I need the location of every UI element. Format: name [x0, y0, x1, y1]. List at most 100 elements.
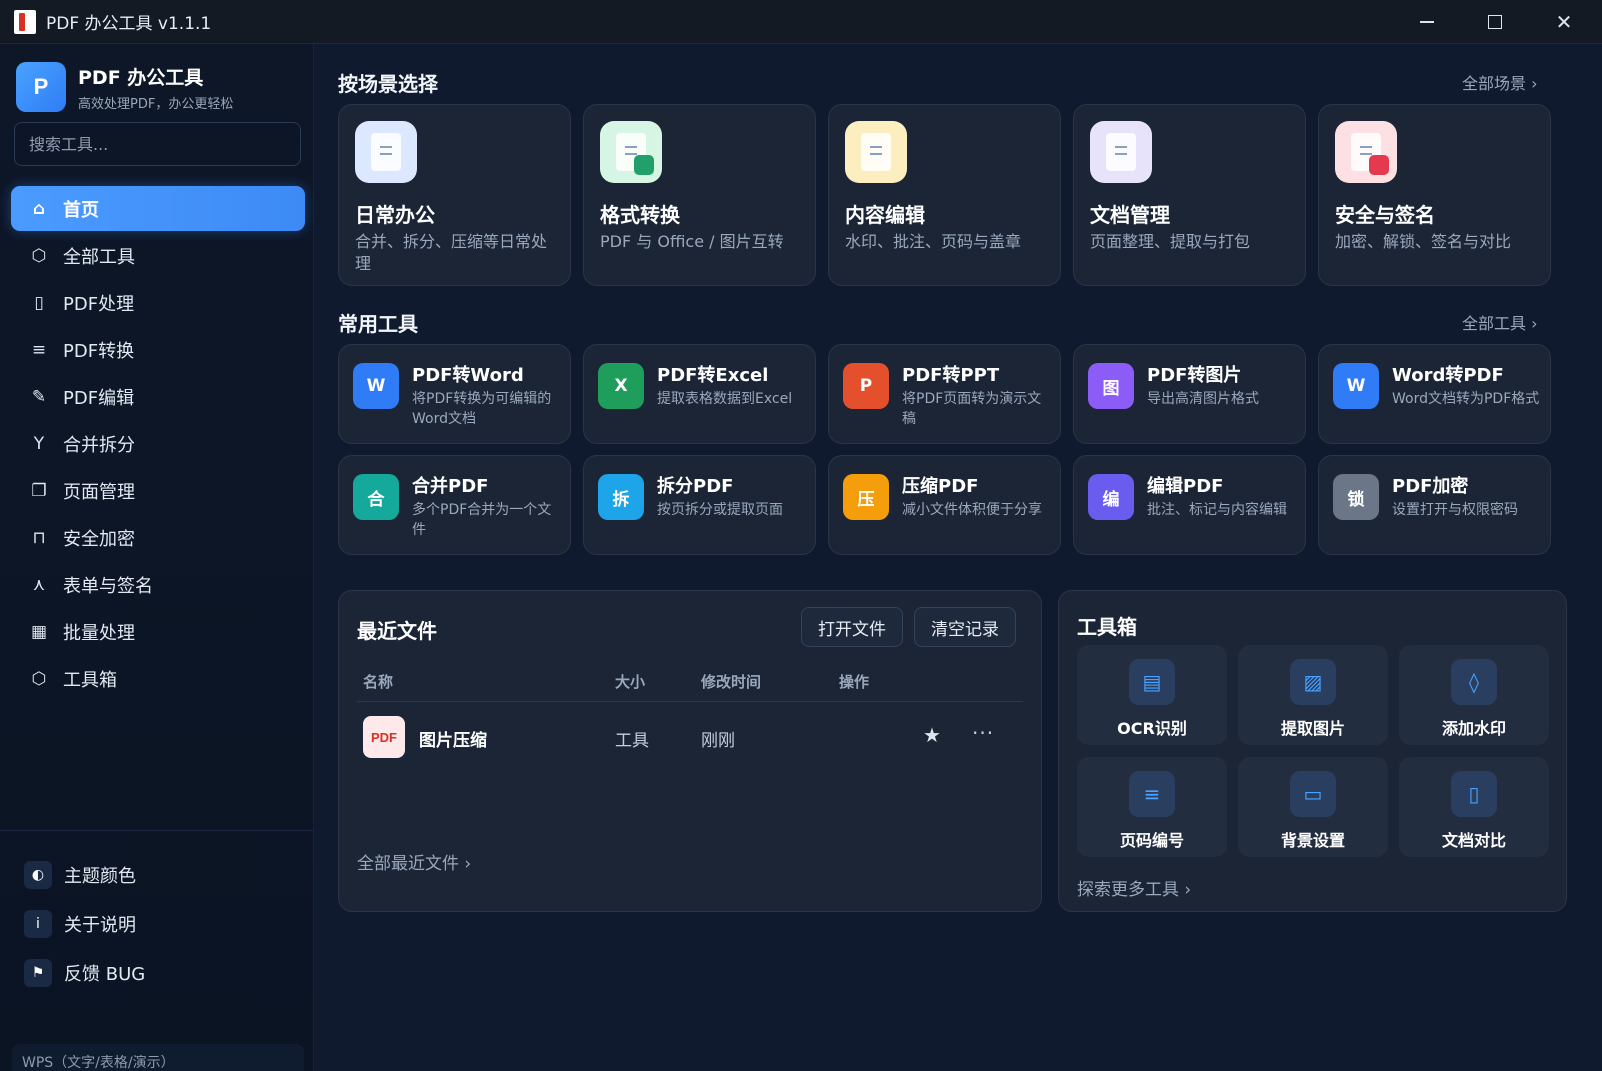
- image-icon: ▨: [1290, 659, 1336, 705]
- all-recent-files-link[interactable]: 全部最近文件 ›: [357, 849, 471, 874]
- tool-description: Word文档转为PDF格式: [1392, 391, 1540, 407]
- search-input[interactable]: [14, 122, 301, 166]
- column-header-name: 名称: [363, 673, 394, 691]
- tool-card[interactable]: 编编辑PDF 批注、标记与内容编辑: [1073, 455, 1306, 555]
- tool-name: 压缩PDF: [902, 476, 979, 497]
- ocr-icon: ▤: [1129, 659, 1175, 705]
- theme-color-button[interactable]: ◐ 主题颜色: [24, 850, 145, 899]
- toolbox-tile[interactable]: ▭ 背景设置: [1238, 757, 1388, 857]
- scene-name: 格式转换: [600, 203, 680, 227]
- sidebar-item-label: 工具箱: [63, 669, 117, 691]
- toolbox-tile-label: 背景设置: [1280, 831, 1345, 850]
- tool-name: PDF转Excel: [657, 365, 769, 386]
- scene-description: 加密、解锁、签名与对比: [1335, 232, 1512, 251]
- recent-files-title: 最近文件: [357, 619, 437, 643]
- tool-card[interactable]: P PDF转PPT 将PDF页面转为演示文稿: [828, 344, 1061, 444]
- tool-name: 拆分PDF: [657, 476, 734, 497]
- sidebar-item-home[interactable]: ⌂ 首页: [11, 186, 305, 231]
- sidebar-item-label: 安全加密: [63, 528, 135, 550]
- scene-description: PDF 与 Office / 图片互转: [600, 232, 784, 251]
- sidebar-divider: [0, 830, 314, 831]
- scene-card[interactable]: 文档管理 页面整理、提取与打包: [1073, 104, 1306, 286]
- toolbox-tile[interactable]: ▤ OCR识别: [1077, 645, 1227, 745]
- table-row[interactable]: PDF 图片压缩 工具 刚刚 ★ ···: [357, 707, 1023, 767]
- tool-description: 设置打开与权限密码: [1392, 502, 1518, 518]
- sidebar-item-security[interactable]: ⊓ 安全加密: [11, 515, 305, 560]
- tool-badge-icon: P: [843, 363, 889, 409]
- tool-name: PDF转PPT: [902, 365, 1000, 386]
- sidebar-item-pages[interactable]: ❐ 页面管理: [11, 468, 305, 513]
- column-header-size: 大小: [615, 673, 646, 691]
- maximize-button[interactable]: [1461, 0, 1529, 44]
- sidebar-item-label: 首页: [63, 199, 99, 221]
- tool-card[interactable]: 拆拆分PDF 按页拆分或提取页面: [583, 455, 816, 555]
- scene-document-icon: [355, 121, 417, 183]
- sidebar-item-pdf-process[interactable]: ▯ PDF处理: [11, 280, 305, 325]
- toolbox-tile[interactable]: ▨ 提取图片: [1238, 645, 1388, 745]
- more-options-icon[interactable]: ···: [972, 721, 994, 745]
- tool-description: 将PDF转换为可编辑的Word文档: [412, 391, 552, 427]
- file-icon: ▯: [34, 292, 44, 313]
- about-button[interactable]: i 关于说明: [24, 899, 145, 948]
- scene-card[interactable]: 内容编辑 水印、批注、页码与盖章: [828, 104, 1061, 286]
- minimize-button[interactable]: [1393, 0, 1461, 44]
- star-icon[interactable]: ★: [923, 723, 941, 747]
- clear-history-button[interactable]: 清空记录: [914, 607, 1016, 647]
- file-size: 工具: [615, 731, 649, 751]
- sidebar-item-forms-sign[interactable]: ⋏ 表单与签名: [11, 562, 305, 607]
- sidebar-item-batch[interactable]: ▦ 批量处理: [11, 609, 305, 654]
- toolbox-tile-label: 提取图片: [1280, 719, 1345, 738]
- tool-card[interactable]: 锁 PDF加密 设置打开与权限密码: [1318, 455, 1551, 555]
- sidebar-item-pdf-convert[interactable]: ≡ PDF转换: [11, 327, 305, 372]
- bottom-item-label: 反馈 BUG: [64, 963, 146, 985]
- wps-status[interactable]: WPS（文字/表格/演示）: [12, 1044, 304, 1071]
- scene-description: 水印、批注、页码与盖章: [845, 232, 1022, 251]
- grid-icon: ▦: [30, 621, 48, 642]
- all-tools-link[interactable]: 全部工具 ›: [1462, 310, 1538, 334]
- sidebar-item-all-tools[interactable]: ⬡ 全部工具: [11, 233, 305, 278]
- toolbox-tile[interactable]: ▯ 文档对比: [1399, 757, 1549, 857]
- bottom-item-label: 关于说明: [64, 914, 136, 936]
- scene-document-icon: [1335, 121, 1397, 183]
- brand: P PDF 办公工具 高效处理PDF，办公更轻松: [16, 62, 233, 112]
- tool-card[interactable]: W PDF转Word 将PDF转换为可编辑的Word文档: [338, 344, 571, 444]
- all-scenes-link[interactable]: 全部场景 ›: [1462, 70, 1538, 94]
- scene-card[interactable]: 安全与签名 加密、解锁、签名与对比: [1318, 104, 1551, 286]
- tool-name: PDF转Word: [412, 365, 524, 386]
- sidebar-bottom: ◐ 主题颜色 i 关于说明 ⚑ 反馈 BUG: [24, 850, 145, 997]
- toolbox-tile-label: OCR识别: [1117, 719, 1187, 738]
- tool-card[interactable]: 合合并PDF 多个PDF合并为一个文件: [338, 455, 571, 555]
- feedback-button[interactable]: ⚑ 反馈 BUG: [24, 948, 145, 997]
- cube-icon: ⬡: [31, 245, 47, 266]
- tool-badge-icon: 压: [843, 474, 889, 520]
- sidebar-item-merge-split[interactable]: Y 合并拆分: [11, 421, 305, 466]
- convert-icon: ≡: [31, 339, 47, 360]
- scene-card[interactable]: 格式转换 PDF 与 Office / 图片互转: [583, 104, 816, 286]
- flag-icon: ⚑: [24, 958, 52, 987]
- sidebar-item-pdf-edit[interactable]: ✎ PDF编辑: [11, 374, 305, 419]
- tool-badge-icon: W: [1333, 363, 1379, 409]
- sidebar-item-label: PDF转换: [63, 340, 135, 362]
- toolbox-tile[interactable]: ≡ 页码编号: [1077, 757, 1227, 857]
- background-icon: ▭: [1290, 771, 1336, 817]
- tool-card[interactable]: W Word转PDF Word文档转为PDF格式: [1318, 344, 1551, 444]
- pencil-icon: ✎: [31, 386, 47, 407]
- explore-more-tools-link[interactable]: 探索更多工具 ›: [1077, 875, 1191, 900]
- tool-card[interactable]: X PDF转Excel 提取表格数据到Excel: [583, 344, 816, 444]
- tool-description: 减小文件体积便于分享: [902, 502, 1042, 518]
- column-header-time: 修改时间: [701, 673, 762, 691]
- tool-card[interactable]: 压压缩PDF 减小文件体积便于分享: [828, 455, 1061, 555]
- sidebar-item-label: 表单与签名: [63, 575, 153, 597]
- sidebar-item-label: 批量处理: [63, 622, 135, 644]
- sidebar-item-label: PDF编辑: [63, 387, 135, 409]
- close-button[interactable]: ✕: [1530, 0, 1598, 44]
- tool-card[interactable]: 图 PDF转图片 导出高清图片格式: [1073, 344, 1306, 444]
- sidebar-item-toolbox[interactable]: ⬡ 工具箱: [11, 656, 305, 701]
- toolbox-tile[interactable]: ◊ 添加水印: [1399, 645, 1549, 745]
- open-file-button[interactable]: 打开文件: [801, 607, 903, 647]
- tool-name: 合并PDF: [412, 476, 489, 497]
- tool-badge-icon: X: [598, 363, 644, 409]
- tool-badge-icon: 图: [1088, 363, 1134, 409]
- scene-card[interactable]: 日常办公 合并、拆分、压缩等日常处理: [338, 104, 571, 286]
- close-icon: ✕: [1555, 10, 1573, 34]
